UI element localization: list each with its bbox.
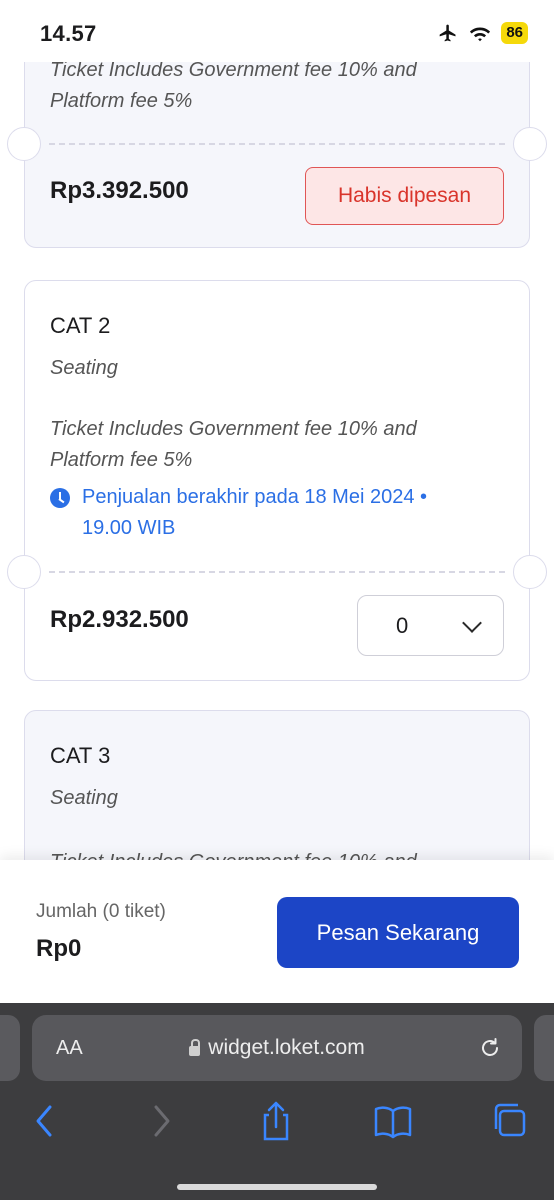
ticket-divider — [49, 571, 505, 573]
forward-icon[interactable] — [142, 1099, 182, 1143]
ticket-notch — [513, 555, 547, 589]
ticket-card-cat-2: CAT 2 Seating Ticket Includes Government… — [7, 280, 547, 681]
back-icon[interactable] — [24, 1099, 64, 1143]
address-bar[interactable]: AA widget.loket.com — [32, 1015, 522, 1081]
battery-indicator: 86 — [501, 22, 528, 44]
status-bar: 14.57 86 — [0, 0, 554, 62]
quantity-value: 0 — [396, 612, 409, 638]
total-price: Rp0 — [36, 935, 82, 962]
ticket-category-name: CAT 3 — [50, 743, 111, 768]
ticket-count-label: Jumlah (0 tiket) — [36, 901, 166, 922]
sale-end-text: Penjualan berakhir pada 18 Mei 2024 • 19… — [82, 486, 428, 539]
sold-out-button[interactable]: Habis dipesan — [305, 167, 504, 225]
ticket-price: Rp3.392.500 — [50, 177, 189, 204]
ticket-notch — [7, 555, 41, 589]
ticket-seating-type: Seating — [50, 357, 118, 379]
ticket-notch — [513, 127, 547, 161]
sale-end-info: Penjualan berakhir pada 18 Mei 2024 • 19… — [50, 482, 480, 544]
ticket-divider — [49, 143, 505, 145]
bookmarks-icon[interactable] — [373, 1099, 413, 1143]
ticket-price: Rp2.932.500 — [50, 606, 189, 633]
previous-tab-peek[interactable] — [0, 1015, 20, 1081]
next-tab-peek[interactable] — [534, 1015, 554, 1081]
ticket-list[interactable]: Ticket Includes Government fee 10% and P… — [0, 0, 554, 1005]
ticket-description: Ticket Includes Government fee 10% and P… — [50, 418, 417, 471]
ticket-category-name: CAT 2 — [50, 313, 111, 338]
lock-icon — [189, 1038, 201, 1056]
ticket-seating-type: Seating — [50, 787, 118, 809]
tabs-icon[interactable] — [490, 1099, 530, 1143]
quantity-select[interactable]: 0 — [357, 595, 504, 656]
status-time: 14.57 — [40, 21, 97, 46]
clock-icon — [50, 488, 70, 508]
url-text: widget.loket.com — [208, 1036, 365, 1059]
status-icons: 86 — [437, 22, 528, 44]
ticket-description: Ticket Includes Government fee 10% and P… — [50, 59, 417, 112]
airplane-icon — [439, 24, 456, 42]
share-icon[interactable] — [256, 1099, 296, 1143]
ticket-notch — [7, 127, 41, 161]
reload-icon[interactable] — [478, 1036, 502, 1060]
url-display[interactable]: widget.loket.com — [32, 1036, 522, 1060]
wifi-icon — [470, 27, 491, 42]
order-now-button[interactable]: Pesan Sekarang — [277, 897, 519, 968]
browser-toolbar — [0, 1099, 554, 1147]
order-summary-bar: Jumlah (0 tiket) Rp0 Pesan Sekarang — [0, 860, 554, 1003]
home-indicator — [177, 1184, 377, 1190]
browser-chrome: AA widget.loket.com — [0, 1003, 554, 1200]
chevron-down-icon — [462, 613, 482, 633]
